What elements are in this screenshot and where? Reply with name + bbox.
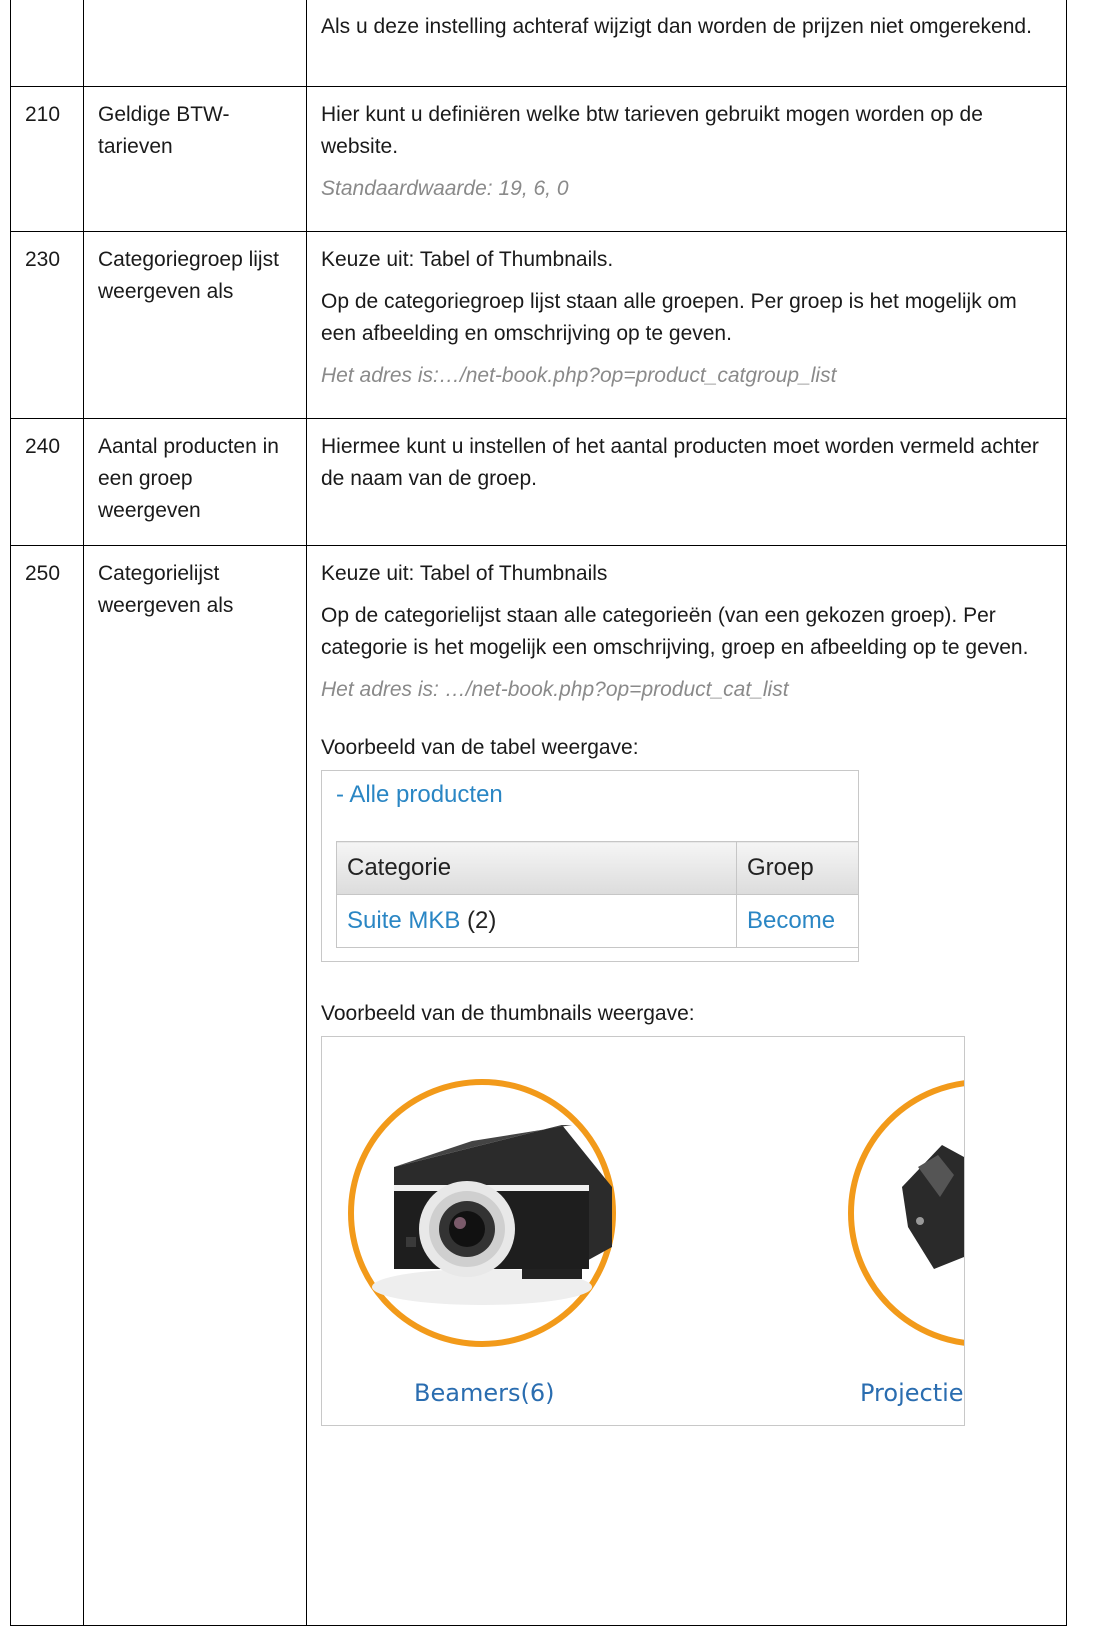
- table-row: 230 Categoriegroep lijst weergeven als K…: [10, 231, 1067, 419]
- thumbs-example-caption: Voorbeeld van de thumbnails weergave:: [321, 1002, 695, 1025]
- setting-number: 240: [10, 418, 84, 546]
- grid-cell-group: Become: [736, 894, 858, 948]
- setting-description: Hiermee kunt u instellen of het aantal p…: [306, 418, 1067, 546]
- setting-number: 230: [10, 231, 84, 419]
- settings-table: Als u deze instelling achteraf wijzigt d…: [10, 0, 1067, 1626]
- description-paragraph: Keuze uit: Tabel of Thumbnails: [321, 562, 608, 585]
- address-note: Het adres is:…/net-book.php?op=product_c…: [321, 364, 837, 387]
- default-value-note: Standaardwaarde: 19, 6, 0: [321, 177, 569, 200]
- description-paragraph: Op de categoriegroep lijst staan alle gr…: [321, 290, 1017, 345]
- setting-description: Hier kunt u definiëren welke btw tarieve…: [306, 86, 1067, 232]
- setting-number: 210: [10, 86, 84, 232]
- setting-description: Keuze uit: Tabel of Thumbnails Op de cat…: [306, 545, 1067, 1626]
- table-row: 210 Geldige BTW-tarieven Hier kunt u def…: [10, 86, 1067, 232]
- setting-description: Als u deze instelling achteraf wijzigt d…: [306, 0, 1067, 87]
- category-count: (2): [460, 907, 497, 934]
- setting-name: Aantal producten in een groep weergeven: [83, 418, 307, 546]
- table-row: Als u deze instelling achteraf wijzigt d…: [10, 0, 1067, 87]
- grid-row: Suite MKB (2) Become: [336, 894, 858, 948]
- address-note: Het adres is: …/net-book.php?op=product_…: [321, 678, 789, 701]
- thumbnail-label[interactable]: Projectie: [860, 1377, 964, 1409]
- thumbnail-images: [348, 1079, 964, 1347]
- setting-number: [10, 0, 84, 87]
- all-products-link[interactable]: - Alle producten: [336, 779, 503, 811]
- projection-screen-thumbnail[interactable]: [848, 1080, 964, 1346]
- description-paragraph: Op de categorielijst staan alle categori…: [321, 604, 1029, 659]
- description-paragraph: Hier kunt u definiëren welke btw tarieve…: [321, 103, 983, 158]
- description-paragraph: Hiermee kunt u instellen of het aantal p…: [321, 435, 1039, 490]
- setting-name: Categoriegroep lijst weergeven als: [83, 231, 307, 419]
- group-link[interactable]: Become: [747, 907, 835, 934]
- category-grid: Categorie Groep Suite MKB (2) Become: [336, 841, 858, 948]
- setting-name: Geldige BTW-tarieven: [83, 86, 307, 232]
- table-view-example: - Alle producten Categorie Groep Suite M…: [321, 770, 859, 962]
- setting-number: 250: [10, 545, 84, 1626]
- setting-name: Categorielijst weergeven als: [83, 545, 307, 1626]
- thumbnail-label[interactable]: Beamers(6): [414, 1377, 554, 1409]
- grid-header-category: Categorie: [336, 841, 737, 895]
- setting-name: [83, 0, 307, 87]
- setting-description: Keuze uit: Tabel of Thumbnails. Op de ca…: [306, 231, 1067, 419]
- description-paragraph: Keuze uit: Tabel of Thumbnails.: [321, 248, 614, 271]
- grid-header-group: Groep: [736, 841, 858, 895]
- description-paragraph: Als u deze instelling achteraf wijzigt d…: [321, 15, 1032, 38]
- grid-cell-category: Suite MKB (2): [336, 894, 737, 948]
- thumbnail-view-example: Beamers(6) Projectie: [321, 1036, 965, 1426]
- beamer-thumbnail[interactable]: [348, 1079, 616, 1347]
- grid-header-row: Categorie Groep: [336, 841, 858, 895]
- table-example-caption: Voorbeeld van de tabel weergave:: [321, 736, 639, 759]
- table-row: 240 Aantal producten in een groep weerge…: [10, 418, 1067, 546]
- category-link[interactable]: Suite MKB: [347, 907, 460, 934]
- table-row: 250 Categorielijst weergeven als Keuze u…: [10, 545, 1067, 1626]
